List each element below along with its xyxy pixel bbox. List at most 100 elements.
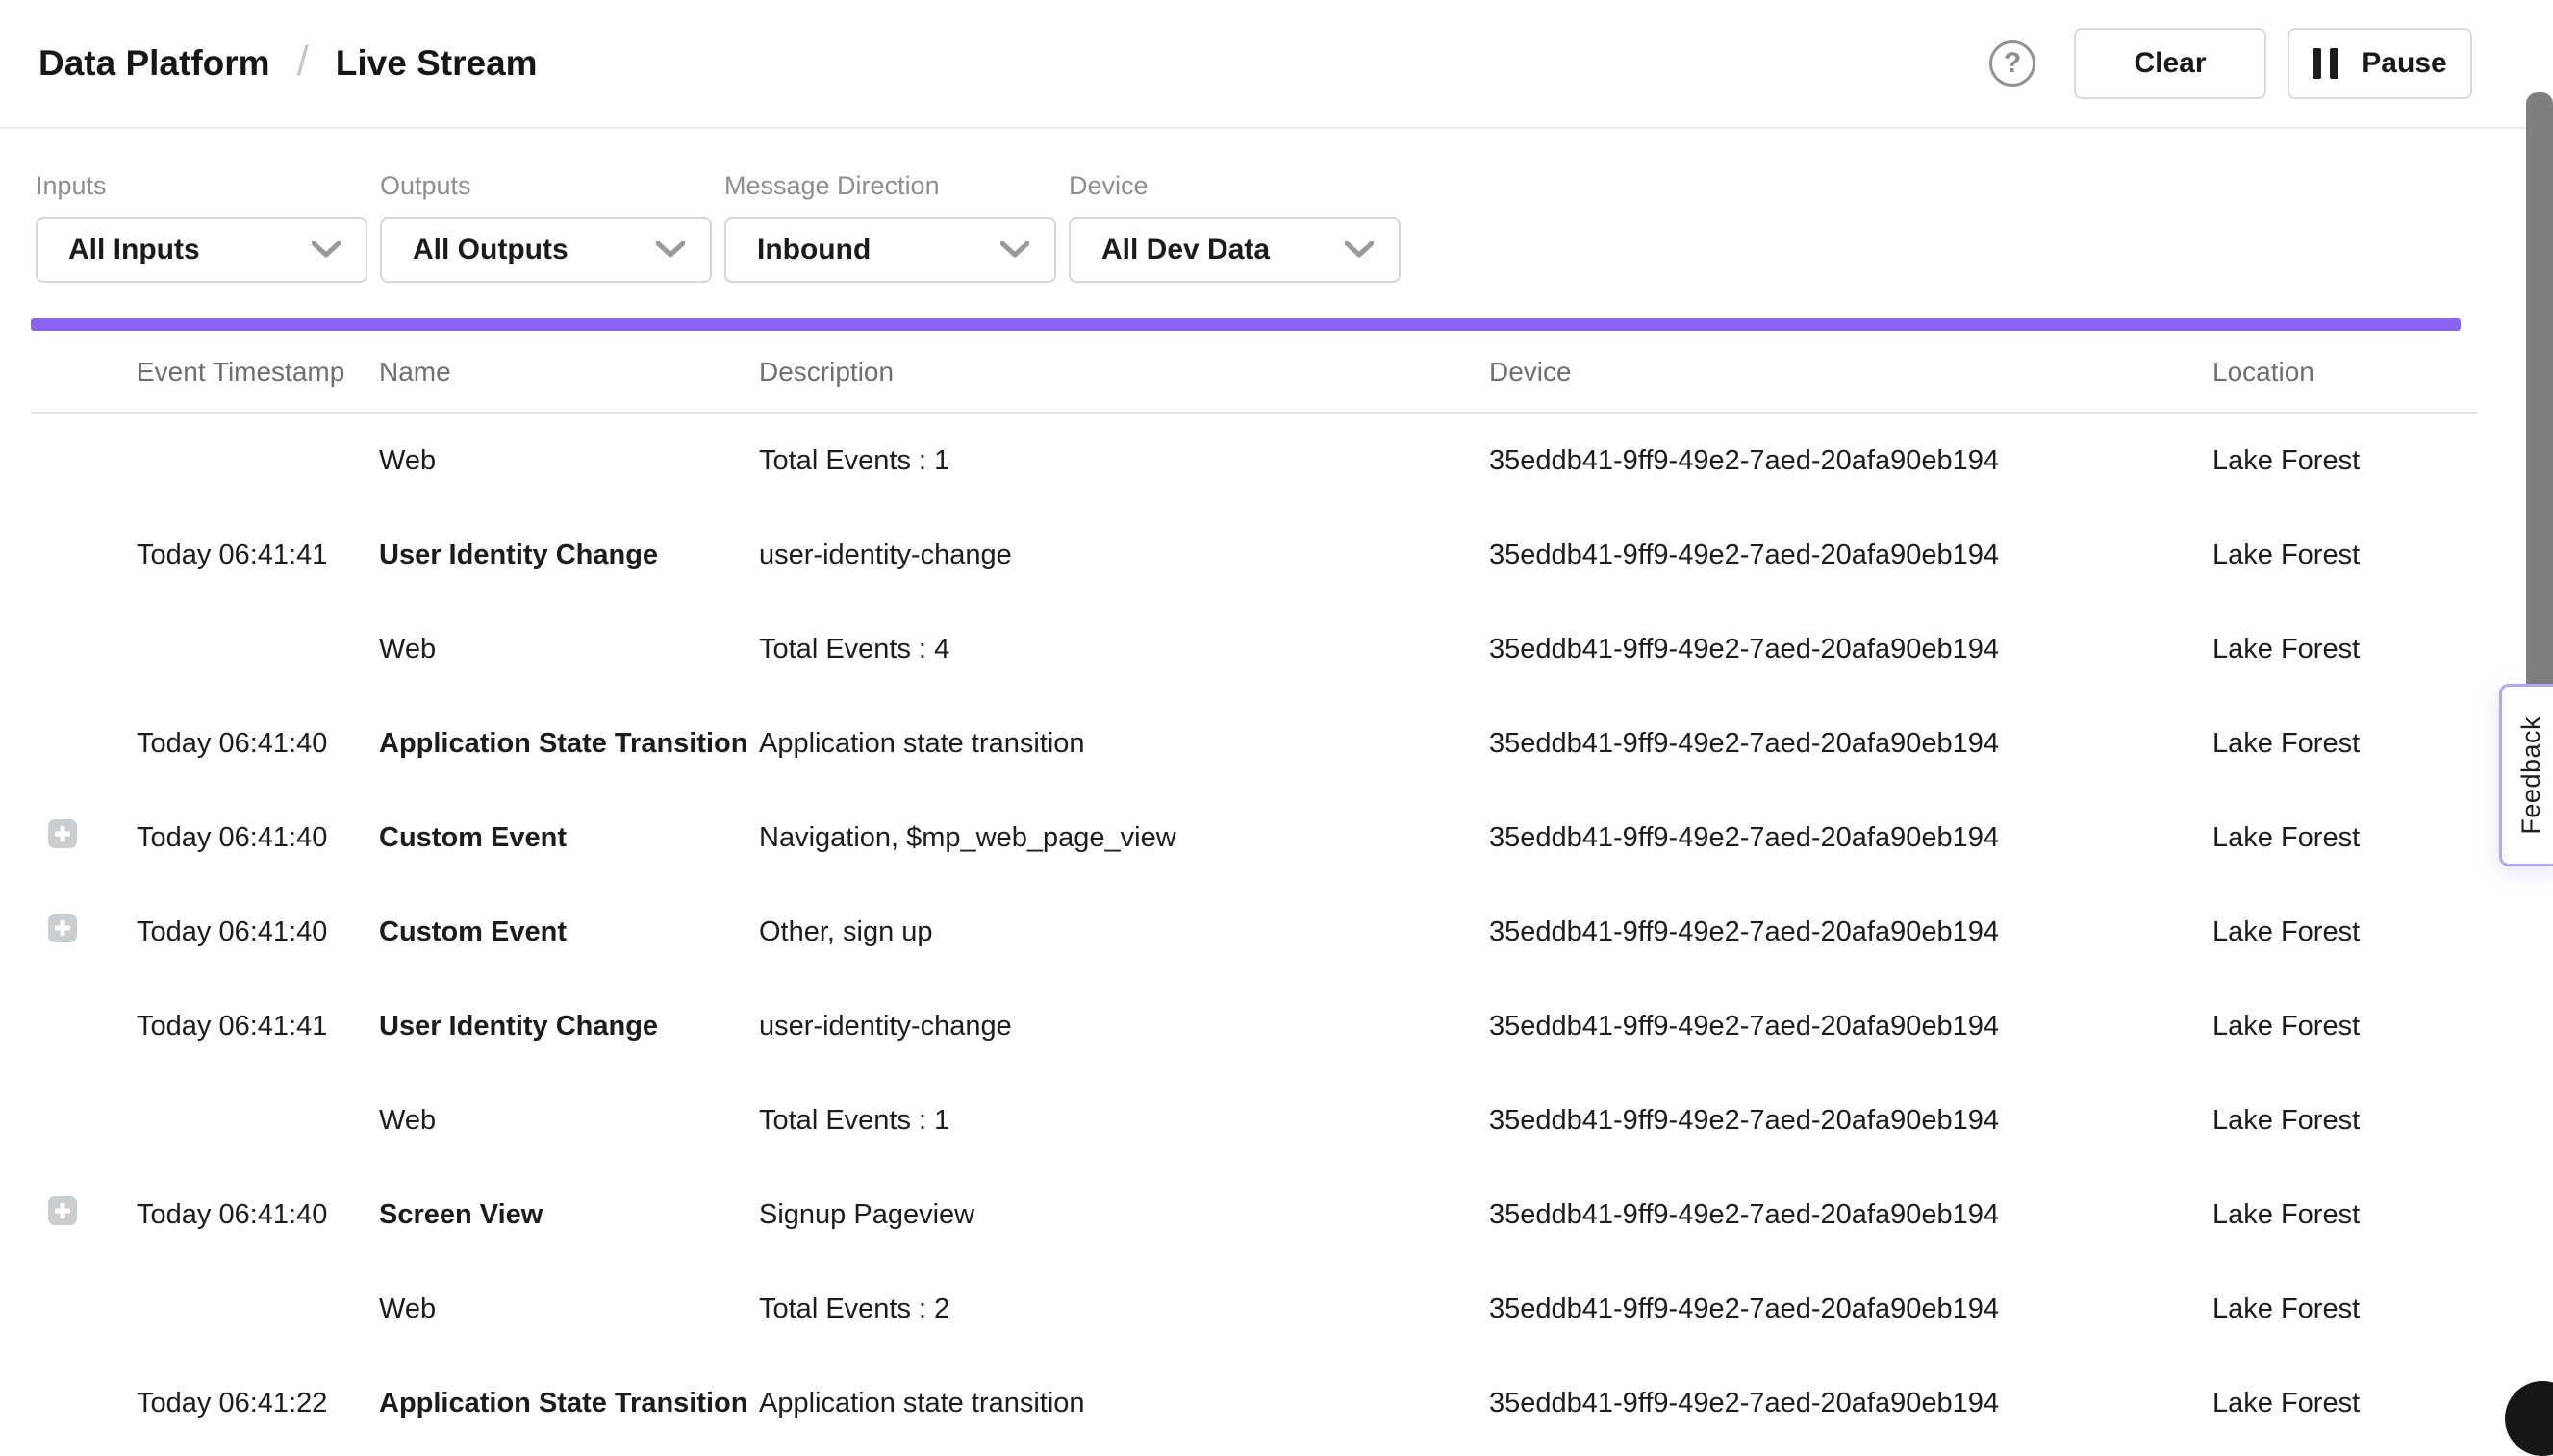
app-header: Data Platform / Live Stream ? Clear Paus… [0,0,2553,129]
column-header-description: Description [759,357,1489,388]
cell-device: 35eddb41-9ff9-49e2-7aed-20afa90eb194 [1489,1105,2212,1137]
cell-device: 35eddb41-9ff9-49e2-7aed-20afa90eb194 [1489,634,2212,665]
outputs-dropdown[interactable]: All Outputs [380,217,712,283]
breadcrumb-data-platform[interactable]: Data Platform [38,43,270,84]
cell-description: Total Events : 1 [759,1105,1489,1137]
inputs-dropdown-value: All Inputs [68,234,200,266]
cell-description: user-identity-change [759,1011,1489,1042]
cell-location: Lake Forest [2212,1105,2553,1137]
cell-description: Total Events : 1 [759,445,1489,477]
cell-name: Web [379,1105,759,1137]
clear-button[interactable]: Clear [2074,28,2266,99]
table-row[interactable]: Today 06:41:41 User Identity Change user… [0,508,2553,602]
filter-outputs-label: Outputs [380,171,712,201]
header-actions: ? Clear Pause [1989,28,2472,99]
cell-name: Application State Transition [379,728,759,760]
filter-device: Device All Dev Data [1069,171,1401,283]
cell-name: Application State Transition [379,1388,759,1419]
table-row[interactable]: Today 06:41:40 Custom Event Other, sign … [0,885,2553,979]
cell-device: 35eddb41-9ff9-49e2-7aed-20afa90eb194 [1489,1293,2212,1325]
cell-name: Custom Event [379,822,759,854]
filter-message-direction-label: Message Direction [724,171,1056,201]
device-dropdown[interactable]: All Dev Data [1069,217,1401,283]
cell-name: User Identity Change [379,1011,759,1042]
breadcrumb-separator-icon: / [297,38,309,86]
cell-timestamp: Today 06:41:41 [137,540,379,571]
table-row[interactable]: Web Total Events : 4 35eddb41-9ff9-49e2-… [0,602,2553,696]
cell-timestamp: Today 06:41:40 [137,1199,379,1231]
expand-plus-icon[interactable] [48,1196,77,1225]
event-table-body: Web Total Events : 1 35eddb41-9ff9-49e2-… [0,414,2553,1450]
table-row[interactable]: Today 06:41:40 Application State Transit… [0,696,2553,791]
cell-name: Web [379,634,759,665]
expand-plus-icon[interactable] [48,914,77,942]
cell-name: Screen View [379,1199,759,1231]
filter-bar: Inputs All Inputs Outputs All Outputs Me… [0,129,2553,283]
cell-device: 35eddb41-9ff9-49e2-7aed-20afa90eb194 [1489,1199,2212,1231]
cell-device: 35eddb41-9ff9-49e2-7aed-20afa90eb194 [1489,1011,2212,1042]
live-stream-divider-bar [31,318,2461,331]
column-header-event-timestamp: Event Timestamp [137,357,379,388]
cell-name: User Identity Change [379,540,759,571]
filter-outputs: Outputs All Outputs [380,171,712,283]
cell-name: Web [379,445,759,477]
table-row[interactable]: Today 06:41:40 Custom Event Navigation, … [0,791,2553,885]
chevron-down-icon [1000,241,1029,259]
cell-location: Lake Forest [2212,1199,2553,1231]
filter-inputs-label: Inputs [36,171,367,201]
cell-timestamp: Today 06:41:40 [137,916,379,948]
inputs-dropdown[interactable]: All Inputs [36,217,367,283]
cell-timestamp: Today 06:41:40 [137,728,379,760]
cell-location: Lake Forest [2212,1293,2553,1325]
cell-timestamp: Today 06:41:40 [137,822,379,854]
cell-location: Lake Forest [2212,1388,2553,1419]
table-header: Event Timestamp Name Description Device … [0,331,2553,414]
help-icon[interactable]: ? [1989,40,2035,87]
cell-description: Application state transition [759,728,1489,760]
cell-device: 35eddb41-9ff9-49e2-7aed-20afa90eb194 [1489,728,2212,760]
cell-device: 35eddb41-9ff9-49e2-7aed-20afa90eb194 [1489,916,2212,948]
table-row[interactable]: Today 06:41:41 User Identity Change user… [0,979,2553,1073]
filter-message-direction: Message Direction Inbound [724,171,1056,283]
table-row[interactable]: Web Total Events : 2 35eddb41-9ff9-49e2-… [0,1262,2553,1356]
cell-description: Total Events : 4 [759,634,1489,665]
message-direction-dropdown[interactable]: Inbound [724,217,1056,283]
cell-location: Lake Forest [2212,916,2553,948]
table-row[interactable]: Web Total Events : 1 35eddb41-9ff9-49e2-… [0,1073,2553,1167]
breadcrumb-live-stream: Live Stream [336,43,538,84]
cell-device: 35eddb41-9ff9-49e2-7aed-20afa90eb194 [1489,445,2212,477]
filter-device-label: Device [1069,171,1401,201]
cell-timestamp: Today 06:41:22 [137,1388,379,1419]
expand-plus-icon[interactable] [48,819,77,848]
chevron-down-icon [656,241,685,259]
cell-device: 35eddb41-9ff9-49e2-7aed-20afa90eb194 [1489,822,2212,854]
table-row[interactable]: Today 06:41:22 Application State Transit… [0,1356,2553,1450]
pause-button[interactable]: Pause [2288,28,2472,99]
chevron-down-icon [1345,241,1374,259]
cell-description: user-identity-change [759,540,1489,571]
column-header-name: Name [379,357,759,388]
cell-description: Application state transition [759,1388,1489,1419]
feedback-tab-label: Feedback [2516,716,2546,835]
pause-icon [2313,48,2338,79]
cell-device: 35eddb41-9ff9-49e2-7aed-20afa90eb194 [1489,1388,2212,1419]
cell-description: Navigation, $mp_web_page_view [759,822,1489,854]
cell-description: Signup Pageview [759,1199,1489,1231]
cell-location: Lake Forest [2212,634,2553,665]
pause-button-label: Pause [2362,47,2446,80]
cell-location: Lake Forest [2212,445,2553,477]
table-row[interactable]: Today 06:41:40 Screen View Signup Pagevi… [0,1167,2553,1262]
chevron-down-icon [312,241,341,259]
cell-timestamp: Today 06:41:41 [137,1011,379,1042]
message-direction-dropdown-value: Inbound [757,234,871,266]
cell-description: Total Events : 2 [759,1293,1489,1325]
feedback-tab[interactable]: Feedback [2499,684,2553,866]
cell-name: Custom Event [379,916,759,948]
cell-location: Lake Forest [2212,1011,2553,1042]
cell-name: Web [379,1293,759,1325]
outputs-dropdown-value: All Outputs [413,234,569,266]
column-header-device: Device [1489,357,2212,388]
cell-device: 35eddb41-9ff9-49e2-7aed-20afa90eb194 [1489,540,2212,571]
table-row[interactable]: Web Total Events : 1 35eddb41-9ff9-49e2-… [0,414,2553,508]
device-dropdown-value: All Dev Data [1101,234,1270,266]
